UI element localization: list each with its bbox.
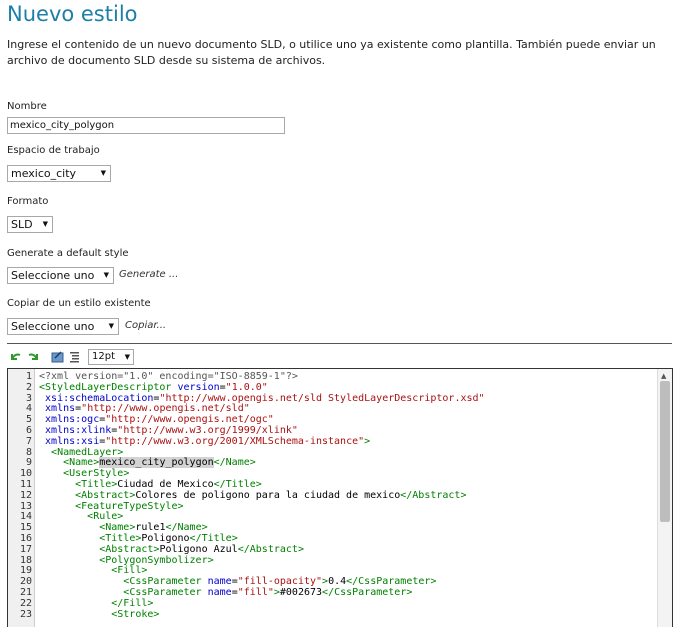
line-number: 7 <box>25 435 32 447</box>
copy-select[interactable]: Seleccione uno ▼ <box>7 318 119 335</box>
code-line: <Stroke> <box>111 608 160 620</box>
goto-line-icon[interactable] <box>51 350 64 363</box>
undo-icon[interactable] <box>9 350 22 363</box>
copy-label: Copiar de un estilo existente <box>7 298 151 309</box>
font-size-select[interactable]: 12pt ▼ <box>88 349 134 365</box>
name-input[interactable]: mexico_city_polygon <box>7 117 285 134</box>
reindent-icon[interactable] <box>68 350 81 363</box>
chevron-down-icon: ▼ <box>108 322 114 330</box>
generate-select-value: Seleccione uno <box>11 269 95 282</box>
redo-icon[interactable] <box>27 350 40 363</box>
chevron-down-icon: ▼ <box>124 353 130 361</box>
chevron-down-icon: ▼ <box>42 220 48 228</box>
name-label: Nombre <box>7 101 47 112</box>
line-number: 17 <box>19 543 32 555</box>
page-title: Nuevo estilo <box>7 2 138 26</box>
code-editor[interactable]: 1 2 3 4 5 6 7 8 9 10 11 12 13 14 15 16 17 18 19 20 21 22 23 <?… <box>7 368 673 627</box>
generate-select[interactable]: Seleccione uno ▼ <box>7 267 114 284</box>
format-label: Formato <box>7 196 49 207</box>
workspace-select-value: mexico_city <box>11 167 77 180</box>
line-number: 23 <box>19 608 32 620</box>
generate-link[interactable]: Generate ... <box>119 269 178 280</box>
generate-label: Generate a default style <box>7 248 129 259</box>
copy-select-value: Seleccione uno <box>11 320 95 333</box>
line-number: 22 <box>19 597 32 609</box>
workspace-label: Espacio de trabajo <box>7 145 100 156</box>
format-select[interactable]: SLD ▼ <box>7 216 53 233</box>
line-number: 2 <box>25 381 32 393</box>
font-size-value: 12pt <box>92 351 115 362</box>
chevron-down-icon: ▼ <box>103 271 109 279</box>
line-number: 12 <box>19 489 32 501</box>
scrollbar[interactable]: ▲ <box>657 369 672 627</box>
scroll-up-icon[interactable]: ▲ <box>661 372 666 380</box>
copy-link[interactable]: Copiar... <box>125 320 166 331</box>
intro-text: Ingrese el contenido de un nuevo documen… <box>7 38 656 67</box>
line-number-gutter: 1 2 3 4 5 6 7 8 9 10 11 12 13 14 15 16 17 18 19 20 21 22 23 <box>8 369 35 627</box>
workspace-select[interactable]: mexico_city ▼ <box>7 165 111 182</box>
divider <box>7 343 672 344</box>
format-select-value: SLD <box>11 218 33 231</box>
chevron-down-icon: ▼ <box>100 169 106 177</box>
scroll-thumb[interactable] <box>660 381 670 522</box>
